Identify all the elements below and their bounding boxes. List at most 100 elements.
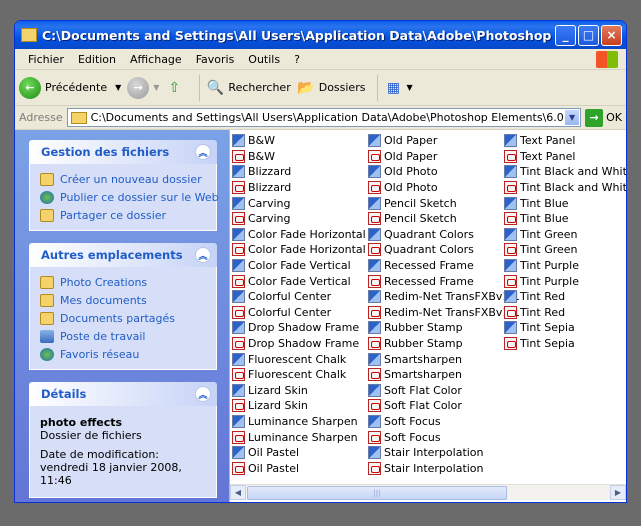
- file-item[interactable]: Stair Interpolation: [368, 445, 504, 461]
- task-new-folder[interactable]: Créer un nouveau dossier: [40, 170, 206, 188]
- file-item[interactable]: Tint Red: [504, 289, 626, 305]
- file-item[interactable]: Tint Blue: [504, 211, 626, 227]
- file-item[interactable]: Tint Red: [504, 305, 626, 321]
- file-item[interactable]: Colorful Center: [232, 305, 368, 321]
- views-button[interactable]: ▦ ▼: [384, 79, 413, 97]
- details-folder-type: Dossier de fichiers: [40, 429, 142, 442]
- minimize-button[interactable]: _: [555, 24, 576, 46]
- place-network[interactable]: Favoris réseau: [40, 345, 206, 363]
- file-item[interactable]: Color Fade Horizontal: [232, 242, 368, 258]
- file-item[interactable]: Colorful Center: [232, 289, 368, 305]
- file-item[interactable]: Lizard Skin: [232, 398, 368, 414]
- menu-affichage[interactable]: Affichage: [123, 53, 189, 66]
- address-dropdown-button[interactable]: ▼: [564, 109, 581, 126]
- file-item[interactable]: Old Photo: [368, 180, 504, 196]
- file-item[interactable]: Smartsharpen: [368, 351, 504, 367]
- file-item[interactable]: Text Panel: [504, 149, 626, 165]
- file-item[interactable]: Tint Sepia: [504, 320, 626, 336]
- file-item[interactable]: Drop Shadow Frame: [232, 320, 368, 336]
- file-item[interactable]: Tint Green: [504, 227, 626, 243]
- file-item[interactable]: Carving: [232, 211, 368, 227]
- file-item[interactable]: Color Fade Vertical: [232, 273, 368, 289]
- file-item[interactable]: Old Paper: [368, 133, 504, 149]
- file-item[interactable]: Oil Pastel: [232, 445, 368, 461]
- file-item[interactable]: B&W: [232, 133, 368, 149]
- file-item[interactable]: Stair Interpolation: [368, 460, 504, 476]
- file-item[interactable]: Blizzard: [232, 164, 368, 180]
- panel-header[interactable]: Gestion des fichiers ︽: [29, 140, 217, 164]
- menu-fichier[interactable]: Fichier: [21, 53, 71, 66]
- back-button[interactable]: ← Précédente ▼: [19, 76, 121, 99]
- scroll-thumb[interactable]: |||: [247, 485, 507, 500]
- file-item[interactable]: Redim-Net TransFXBv1.1: [368, 289, 520, 305]
- place-shared-documents[interactable]: Documents partagés: [40, 309, 206, 327]
- menu-edition[interactable]: Edition: [71, 53, 123, 66]
- collapse-chevron-icon[interactable]: ︽: [195, 144, 211, 160]
- place-my-documents[interactable]: Mes documents: [40, 291, 206, 309]
- file-item[interactable]: Old Paper: [368, 149, 504, 165]
- maximize-button[interactable]: □: [578, 24, 599, 46]
- file-item[interactable]: Tint Green: [504, 242, 626, 258]
- scroll-left-button[interactable]: ◀: [230, 485, 246, 500]
- file-item[interactable]: Blizzard: [232, 180, 368, 196]
- title-bar[interactable]: C:\Documents and Settings\All Users\Appl…: [15, 21, 626, 49]
- file-item[interactable]: Rubber Stamp: [368, 336, 504, 352]
- toolbar-separator: [377, 74, 379, 101]
- file-item[interactable]: Tint Black and White: [504, 164, 626, 180]
- file-item[interactable]: Tint Blue: [504, 195, 626, 211]
- file-item[interactable]: Soft Flat Color: [368, 398, 504, 414]
- forward-button[interactable]: → ▼: [127, 76, 159, 99]
- file-item[interactable]: Text Panel: [504, 133, 626, 149]
- menu-outils[interactable]: Outils: [241, 53, 287, 66]
- file-item[interactable]: Rubber Stamp: [368, 320, 504, 336]
- file-item[interactable]: Pencil Sketch: [368, 211, 504, 227]
- collapse-chevron-icon[interactable]: ︽: [195, 386, 211, 402]
- file-item[interactable]: Luminance Sharpen: [232, 414, 368, 430]
- file-item[interactable]: Fluorescent Chalk: [232, 367, 368, 383]
- task-publish-web[interactable]: Publier ce dossier sur le Web: [40, 188, 219, 206]
- file-item[interactable]: Soft Flat Color: [368, 383, 504, 399]
- horizontal-scrollbar[interactable]: ◀ ||| ▶: [230, 484, 626, 500]
- file-item[interactable]: B&W: [232, 149, 368, 165]
- file-item[interactable]: Carving: [232, 195, 368, 211]
- search-button[interactable]: 🔍 Rechercher: [206, 79, 291, 97]
- close-button[interactable]: ×: [601, 24, 622, 46]
- file-item[interactable]: Luminance Sharpen: [232, 429, 368, 445]
- file-item[interactable]: Lizard Skin: [232, 383, 368, 399]
- scroll-right-button[interactable]: ▶: [610, 485, 626, 500]
- file-item[interactable]: Recessed Frame: [368, 258, 504, 274]
- file-item[interactable]: Fluorescent Chalk: [232, 351, 368, 367]
- collapse-chevron-icon[interactable]: ︽: [195, 247, 211, 263]
- task-share-folder[interactable]: Partager ce dossier: [40, 206, 206, 224]
- go-button[interactable]: → OK: [585, 108, 622, 127]
- place-my-computer[interactable]: Poste de travail: [40, 327, 206, 345]
- file-item[interactable]: Redim-Net TransFXBv1.1: [368, 305, 520, 321]
- file-item[interactable]: Color Fade Horizontal: [232, 227, 368, 243]
- menu-help[interactable]: ?: [287, 53, 307, 66]
- folders-button[interactable]: 📂 Dossiers: [297, 79, 365, 97]
- file-item[interactable]: Oil Pastel: [232, 460, 368, 476]
- file-item[interactable]: Quadrant Colors: [368, 242, 504, 258]
- file-item[interactable]: Tint Black and White: [504, 180, 626, 196]
- file-item[interactable]: Pencil Sketch: [368, 195, 504, 211]
- file-item[interactable]: Soft Focus: [368, 414, 504, 430]
- chevron-down-icon[interactable]: ▼: [115, 83, 121, 92]
- file-item[interactable]: Color Fade Vertical: [232, 258, 368, 274]
- menu-favoris[interactable]: Favoris: [189, 53, 242, 66]
- address-input[interactable]: C:\Documents and Settings\All Users\Appl…: [66, 108, 582, 127]
- file-item[interactable]: Drop Shadow Frame: [232, 336, 368, 352]
- file-name: Color Fade Vertical: [248, 259, 351, 273]
- file-item[interactable]: Tint Purple: [504, 258, 626, 274]
- panel-header[interactable]: Détails ︽: [29, 382, 217, 406]
- file-item[interactable]: Old Photo: [368, 164, 504, 180]
- panel-header[interactable]: Autres emplacements ︽: [29, 243, 217, 267]
- file-item[interactable]: Smartsharpen: [368, 367, 504, 383]
- file-item[interactable]: Tint Purple: [504, 273, 626, 289]
- file-item[interactable]: Tint Sepia: [504, 336, 626, 352]
- file-item[interactable]: Soft Focus: [368, 429, 504, 445]
- file-name: Text Panel: [520, 134, 576, 148]
- file-item[interactable]: Recessed Frame: [368, 273, 504, 289]
- up-folder-button[interactable]: ⇧: [165, 79, 187, 97]
- place-photo-creations[interactable]: Photo Creations: [40, 273, 206, 291]
- file-item[interactable]: Quadrant Colors: [368, 227, 504, 243]
